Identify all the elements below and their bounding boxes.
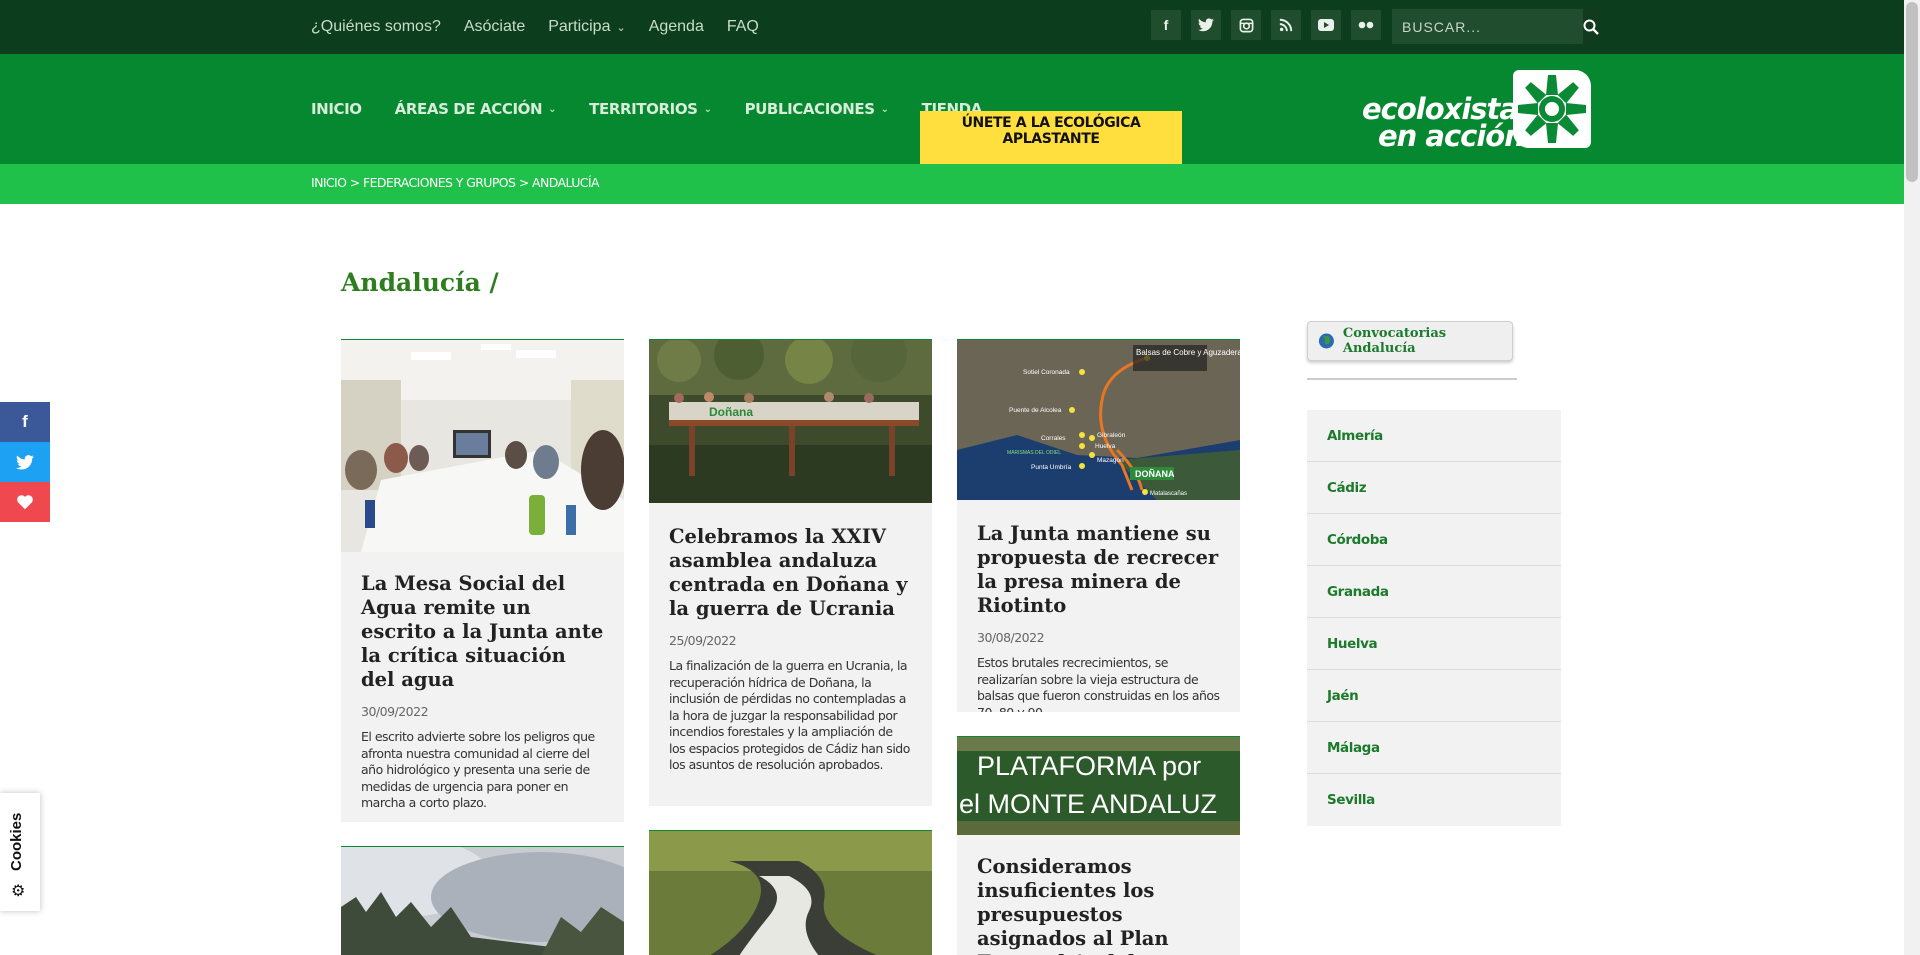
menu-areas-label: ÁREAS DE ACCIÓN	[394, 100, 543, 118]
map-label-gibraleon: Gibraleón	[1097, 432, 1126, 439]
map-label-corrales: Corrales	[1041, 435, 1066, 442]
map-label-matalascanas: Matalascañas	[1150, 491, 1187, 497]
article-image-meeting[interactable]	[341, 340, 624, 552]
article-card[interactable]: La Mesa Social del Agua remite un escrit…	[341, 339, 624, 822]
social-links: f	[1151, 10, 1381, 40]
search-icon	[1583, 19, 1599, 35]
topnav-faq[interactable]: FAQ	[727, 18, 759, 36]
plataforma-text-line1: PLATAFORMA por	[977, 751, 1201, 781]
map-label-puente-alcolea: Puente de Alcolea	[1009, 407, 1062, 414]
article-card[interactable]	[341, 846, 624, 955]
article-image-plataforma-monte[interactable]: PLATAFORMA por el MONTE ANDALUZ	[957, 737, 1240, 835]
map-label-mazagon: Mazagón	[1097, 457, 1124, 464]
cookies-tab[interactable]: Cookies ⚙	[0, 793, 40, 911]
article-image-river-foam[interactable]	[649, 831, 932, 955]
chevron-down-icon: ⌄	[548, 103, 557, 115]
top-bar	[0, 0, 1904, 54]
menu-areas-de-accion[interactable]: ÁREAS DE ACCIÓN ⌄	[394, 100, 557, 118]
province-huelva[interactable]: Huelva	[1307, 618, 1561, 670]
convocatorias-label: Convocatorias Andalucía	[1342, 326, 1447, 356]
article-excerpt: La finalización de la guerra en Ucrania,…	[669, 658, 910, 772]
instagram-icon[interactable]	[1231, 10, 1261, 40]
article-excerpt: Estos brutales recrecimientos, se realiz…	[977, 655, 1220, 712]
map-label-sotiel: Sotiel Coronada	[1023, 369, 1070, 376]
page-title: Andalucía /	[341, 268, 499, 297]
scrollbar-thumb[interactable]	[1906, 2, 1918, 182]
province-cadiz[interactable]: Cádiz	[1307, 462, 1561, 514]
menu-publicaciones[interactable]: PUBLICACIONES ⌄	[745, 100, 889, 118]
flickr-icon[interactable]	[1351, 10, 1381, 40]
topnav-agenda[interactable]: Agenda	[649, 18, 704, 36]
province-granada[interactable]: Granada	[1307, 566, 1561, 618]
breadcrumb[interactable]: INICIO > FEDERACIONES Y GRUPOS > ANDALUC…	[311, 175, 600, 190]
province-malaga[interactable]: Málaga	[1307, 722, 1561, 774]
topnav-participa[interactable]: Participa ⌄	[548, 18, 625, 36]
search-box	[1392, 9, 1599, 44]
article-image-donana-bridge[interactable]: Doñana	[649, 340, 932, 503]
map-label-punta-umbria: Punta Umbría	[1031, 464, 1071, 471]
heart-icon	[17, 495, 33, 510]
chevron-down-icon: ⌄	[616, 21, 626, 34]
map-label-marismas: MARISMAS DEL ODIEL	[1007, 450, 1061, 456]
youtube-icon[interactable]	[1311, 10, 1341, 40]
gear-icon: ⚙	[11, 883, 26, 900]
top-nav: ¿Quiénes somos? Asóciate Participa ⌄ Agen…	[311, 0, 759, 54]
search-input[interactable]	[1392, 9, 1583, 44]
province-cordoba[interactable]: Córdoba	[1307, 514, 1561, 566]
search-button[interactable]	[1583, 9, 1599, 44]
convocatorias-button[interactable]: Convocatorias Andalucía	[1307, 321, 1513, 361]
site-logo[interactable]: ecoloxistas en acción	[1358, 70, 1593, 153]
chevron-down-icon: ⌄	[703, 103, 712, 115]
banner-donana-text: Doñana	[709, 405, 753, 419]
article-card[interactable]: Doñana Celebramos la XXIV asamblea andal…	[649, 339, 932, 806]
province-jaen[interactable]: Jaén	[1307, 670, 1561, 722]
topnav-quienes-somos[interactable]: ¿Quiénes somos?	[311, 18, 441, 36]
article-excerpt: El escrito advierte sobre los peligros q…	[361, 729, 595, 810]
menu-territorios[interactable]: TERRITORIOS ⌄	[589, 100, 712, 118]
article-title[interactable]: La Junta mantiene su propuesta de recrec…	[957, 522, 1240, 618]
article-date: 30/09/2022	[361, 704, 429, 719]
province-sevilla[interactable]: Sevilla	[1307, 774, 1561, 826]
menu-inicio[interactable]: INICIO	[311, 100, 362, 118]
article-card[interactable]: Balsas de Cobre y Aguzadera Sotiel Coron…	[957, 339, 1240, 712]
article-title[interactable]: La Mesa Social del Agua remite un escrit…	[341, 572, 624, 692]
article-image-riotinto-map[interactable]: Balsas de Cobre y Aguzadera Sotiel Coron…	[957, 340, 1240, 500]
map-label-balsas: Balsas de Cobre y Aguzadera	[1136, 348, 1240, 357]
facebook-icon: f	[22, 412, 28, 431]
sun-logo-icon	[1513, 70, 1591, 148]
plataforma-text-line2: el MONTE ANDALUZ	[959, 789, 1217, 819]
article-image-wildfire[interactable]	[341, 847, 624, 955]
topnav-asociate[interactable]: Asóciate	[464, 18, 525, 36]
logo-text-line2: en acción	[1378, 119, 1525, 153]
article-card[interactable]: PLATAFORMA por el MONTE ANDALUZ Consider…	[957, 736, 1240, 955]
menu-territorios-label: TERRITORIOS	[589, 100, 698, 118]
map-label-huelva: Huelva	[1095, 443, 1116, 450]
main-menu: INICIO ÁREAS DE ACCIÓN ⌄ TERRITORIOS ⌄ PUB…	[311, 54, 1015, 164]
article-date: 25/09/2022	[669, 633, 737, 648]
article-date: 30/08/2022	[977, 630, 1045, 645]
chevron-down-icon: ⌄	[880, 103, 889, 115]
province-almeria[interactable]: Almería	[1307, 410, 1561, 462]
sidebar-divider	[1307, 378, 1517, 380]
cta-unete-button[interactable]: ÚNETE A LA ECOLÓGICA APLASTANTE	[920, 111, 1182, 164]
facebook-icon[interactable]: f	[1151, 10, 1181, 40]
rss-icon[interactable]	[1271, 10, 1301, 40]
cookies-label: Cookies	[8, 812, 25, 871]
article-card[interactable]	[649, 830, 932, 955]
twitter-icon[interactable]	[1191, 10, 1221, 40]
topnav-participa-label: Participa	[548, 18, 611, 35]
menu-publicaciones-label: PUBLICACIONES	[744, 100, 876, 118]
article-title[interactable]: Consideramos insuficientes los presupues…	[957, 855, 1240, 955]
share-facebook-button[interactable]: f	[0, 402, 50, 442]
map-label-donana: DOÑANA	[1135, 469, 1175, 479]
article-title[interactable]: Celebramos la XXIV asamblea andaluza cen…	[649, 525, 932, 621]
breadcrumb-bar	[0, 164, 1904, 204]
twitter-icon	[16, 454, 34, 470]
share-twitter-button[interactable]	[0, 442, 50, 482]
province-list: Almería Cádiz Córdoba Granada Huelva Jaé…	[1307, 410, 1561, 826]
share-favorite-button[interactable]	[0, 482, 50, 522]
globe-icon	[1318, 333, 1334, 349]
